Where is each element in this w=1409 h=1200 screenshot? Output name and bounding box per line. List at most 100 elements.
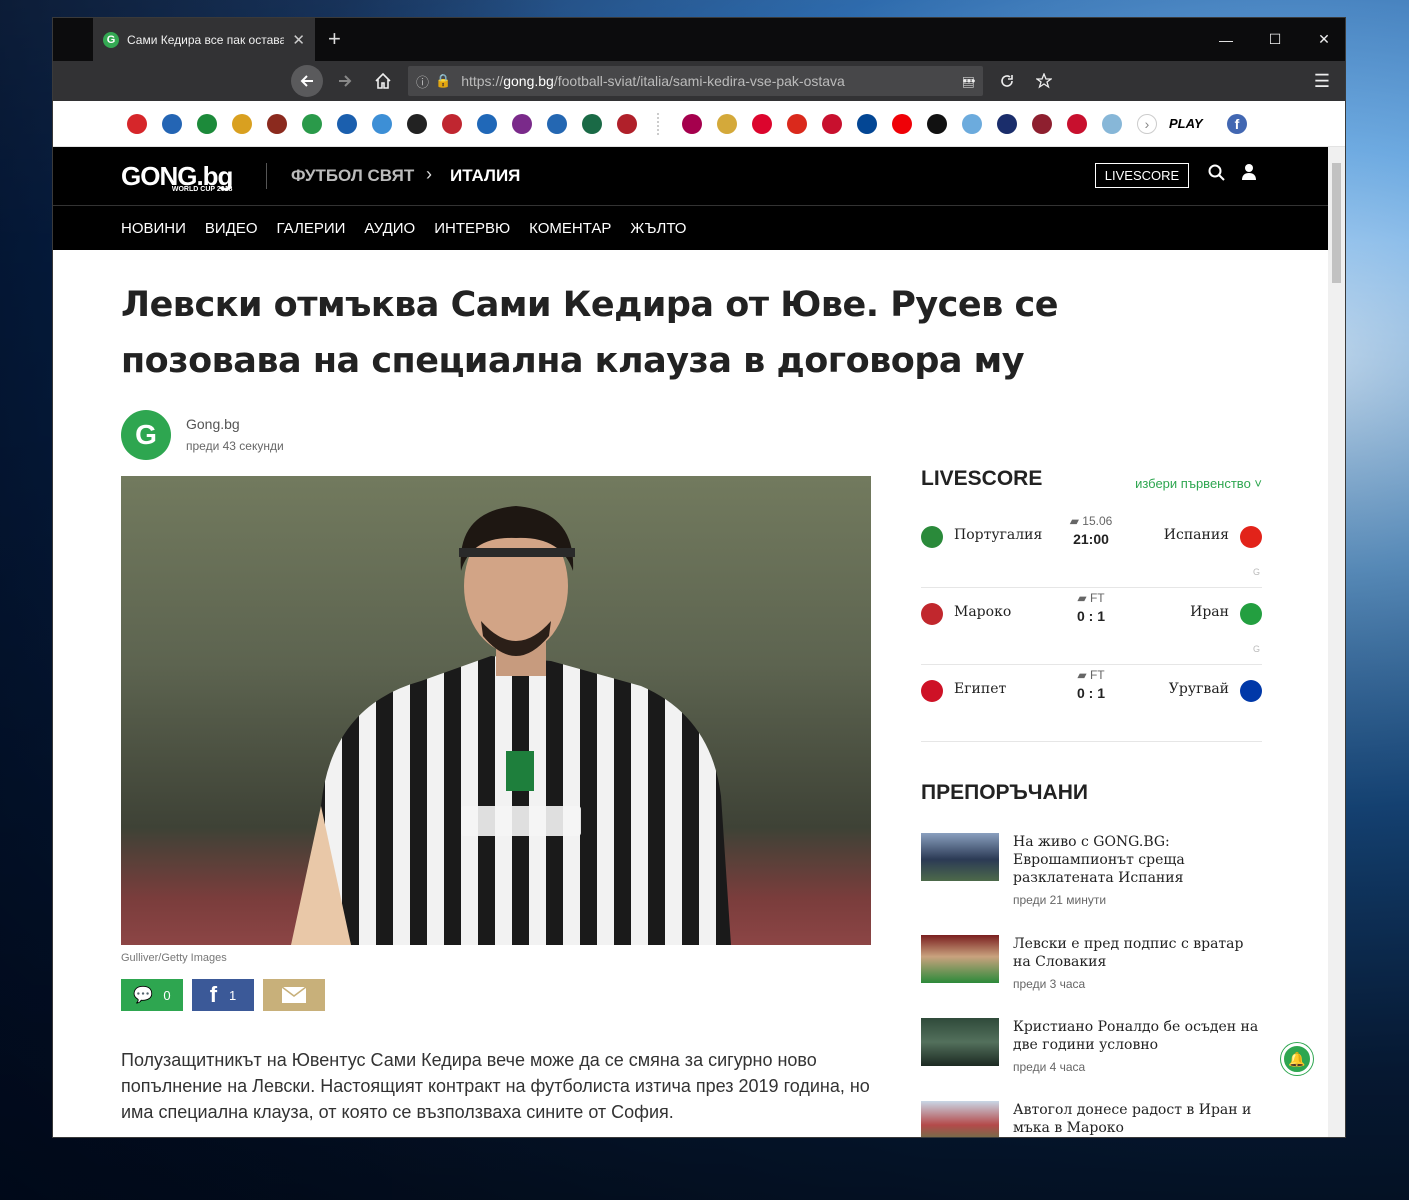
league-select[interactable]: избери първенство ˅ (1135, 476, 1262, 491)
bookmark-button[interactable] (1028, 65, 1060, 97)
back-button[interactable] (291, 65, 323, 97)
breadcrumb-football-world[interactable]: ФУТБОЛ СВЯТ (291, 166, 414, 186)
morocco-flag-icon (921, 603, 943, 625)
author-name[interactable]: Gong.bg (186, 416, 240, 432)
club-logo-icon[interactable] (682, 114, 702, 134)
maximize-button[interactable]: ☐ (1250, 18, 1300, 61)
livescore-button[interactable]: LIVESCORE (1095, 163, 1189, 188)
info-icon[interactable]: ⓘ (416, 72, 429, 91)
browser-tab[interactable]: G Сами Кедира все пак остава ✕ (93, 18, 315, 61)
star-icon (1036, 73, 1052, 89)
team-logo-icon[interactable] (232, 114, 252, 134)
club-logo-icon[interactable] (962, 114, 982, 134)
team-logo-icon[interactable] (442, 114, 462, 134)
site-logo[interactable]: GONG.bg WORLD CUP 2018 (121, 161, 233, 193)
club-logo-icon[interactable] (717, 114, 737, 134)
comments-count: 0 (163, 987, 171, 1003)
menu-item-news[interactable]: НОВИНИ (121, 220, 186, 237)
menu-item-interview[interactable]: ИНТЕРВЮ (434, 220, 510, 237)
recommended-title[interactable]: На живо с GONG.BG: Еврошампионът среща р… (1013, 833, 1263, 887)
web-page: GONG.bg WORLD CUP 2018 ФУТБОЛ СВЯТ › ИТАЛ… (53, 147, 1330, 1137)
match-status: ▰ FT 0 : 1 (1076, 668, 1105, 701)
match-row[interactable]: Мароко ▰ FT 0 : 1 Иран G (921, 588, 1262, 665)
recommended-thumbnail[interactable] (921, 935, 999, 983)
new-tab-button[interactable]: + (328, 26, 341, 52)
facebook-icon[interactable]: f (1227, 114, 1247, 134)
team-logo-icon[interactable] (617, 114, 637, 134)
article-photo (121, 476, 871, 945)
team-logo-icon[interactable] (162, 114, 182, 134)
match-row[interactable]: Португалия ▰ 15.06 21:00 Испания G (921, 511, 1262, 588)
minimize-button[interactable]: — (1201, 18, 1251, 61)
notification-bell-button[interactable]: 🔔 (1281, 1043, 1313, 1075)
search-icon[interactable] (1208, 164, 1225, 186)
recommended-thumbnail[interactable] (921, 1018, 999, 1066)
team-logo-icon[interactable] (407, 114, 427, 134)
club-logo-icon[interactable] (857, 114, 877, 134)
recommended-title[interactable]: Автогол донесе радост в Иран и мъка в Ма… (1013, 1101, 1263, 1137)
scrollbar[interactable] (1328, 147, 1345, 1137)
back-arrow-icon (300, 75, 313, 87)
url-text: https://gong.bg/football-sviat/italia/sa… (461, 73, 845, 89)
email-share-button[interactable] (263, 979, 325, 1011)
team-logo-icon[interactable] (337, 114, 357, 134)
site-header: GONG.bg WORLD CUP 2018 ФУТБОЛ СВЯТ › ИТАЛ… (53, 147, 1330, 205)
recommended-thumbnail[interactable] (921, 833, 999, 881)
author-avatar[interactable]: G (121, 410, 171, 460)
menu-item-galleries[interactable]: ГАЛЕРИИ (277, 220, 346, 237)
facebook-share-button[interactable]: f1 (192, 979, 254, 1011)
team-logo-icon[interactable] (477, 114, 497, 134)
breadcrumb-chevron-icon: › (426, 164, 432, 184)
club-logo-icon[interactable] (927, 114, 947, 134)
gong-mark-icon: G (1252, 644, 1260, 654)
recommended-title[interactable]: Левски е пред подпис с вратар на Словаки… (1013, 935, 1263, 971)
team-logo-icon[interactable] (512, 114, 532, 134)
breadcrumb-italy[interactable]: ИТАЛИЯ (450, 166, 520, 186)
page-actions-button[interactable]: ••• (949, 65, 989, 97)
menu-item-video[interactable]: ВИДЕО (205, 220, 258, 237)
recommended-heading: ПРЕПОРЪЧАНИ (921, 781, 1088, 804)
team-logo-icon[interactable] (372, 114, 392, 134)
menu-item-audio[interactable]: АУДИО (364, 220, 415, 237)
menu-item-comment[interactable]: КОМЕНТАР (529, 220, 611, 237)
close-window-button[interactable]: ✕ (1299, 18, 1345, 61)
team-logo-icon[interactable] (302, 114, 322, 134)
team-logo-icon[interactable] (547, 114, 567, 134)
user-icon[interactable] (1241, 163, 1257, 185)
recommended-thumbnail[interactable] (921, 1101, 999, 1137)
club-logo-icon[interactable] (752, 114, 772, 134)
match-row[interactable]: Египет ▰ FT 0 : 1 Уругвай (921, 665, 1262, 742)
team-logo-icon[interactable] (582, 114, 602, 134)
club-logo-icon[interactable] (997, 114, 1017, 134)
home-icon (375, 72, 391, 89)
play-logo[interactable]: PLAY (1169, 116, 1203, 131)
reload-button[interactable] (991, 65, 1023, 97)
club-logo-icon[interactable] (1032, 114, 1052, 134)
recommended-time: преди 21 минути (1013, 893, 1107, 907)
url-bar[interactable]: ⓘ 🔒 https://gong.bg/football-sviat/itali… (408, 66, 983, 96)
team-logo-icon[interactable] (127, 114, 147, 134)
reload-icon (1001, 75, 1013, 87)
team-logo-icon[interactable] (267, 114, 287, 134)
menu-button[interactable]: ☰ (1306, 65, 1338, 97)
sidebar: LIVESCORE избери първенство ˅ Португалия… (921, 467, 1262, 1137)
recommended-time: преди 3 часа (1013, 977, 1086, 991)
club-logo-icon[interactable] (822, 114, 842, 134)
publish-time: преди 43 секунди (186, 439, 284, 453)
tab-close-icon[interactable]: ✕ (292, 31, 305, 49)
comments-button[interactable]: 💬 0 (121, 979, 183, 1011)
scrollbar-thumb[interactable] (1332, 163, 1341, 283)
menu-item-yellow[interactable]: ЖЪЛТО (630, 220, 686, 237)
club-logo-icon[interactable] (787, 114, 807, 134)
comment-icon: 💬 (133, 987, 154, 1004)
club-logo-icon[interactable] (1102, 114, 1122, 134)
forward-button[interactable] (329, 65, 361, 97)
club-logo-icon[interactable] (1067, 114, 1087, 134)
team-logo-icon[interactable] (197, 114, 217, 134)
spain-flag-icon (1240, 526, 1262, 548)
more-logos-icon[interactable]: › (1137, 114, 1157, 134)
club-logo-icon[interactable] (892, 114, 912, 134)
recommended-title[interactable]: Кристиано Роналдо бе осъден на две годин… (1013, 1018, 1263, 1054)
home-button[interactable] (367, 65, 399, 97)
away-team: Уругвай (1168, 681, 1229, 697)
